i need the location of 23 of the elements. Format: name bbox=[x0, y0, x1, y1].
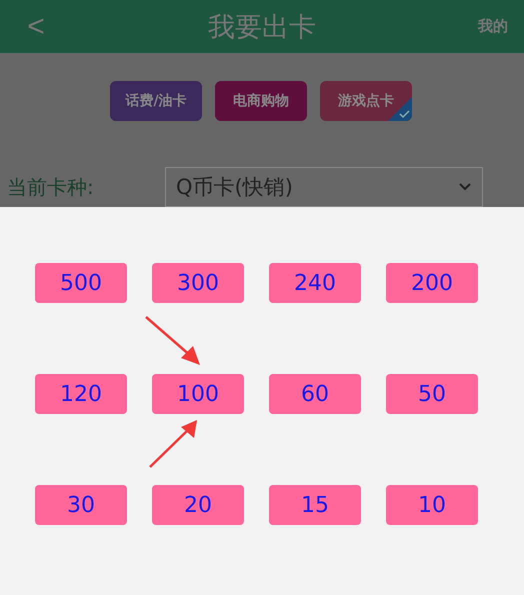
amount-button[interactable]: 100 bbox=[152, 374, 244, 414]
category-tab[interactable]: 话费/油卡 bbox=[110, 81, 202, 121]
back-button[interactable]: < bbox=[26, 10, 46, 44]
amount-button[interactable]: 120 bbox=[35, 374, 127, 414]
card-type-select[interactable]: Q币卡(快销) bbox=[165, 167, 483, 207]
amount-button[interactable]: 200 bbox=[386, 263, 478, 303]
arrow-icon bbox=[145, 316, 200, 365]
amount-button[interactable]: 30 bbox=[35, 485, 127, 525]
amount-button[interactable]: 240 bbox=[269, 263, 361, 303]
amount-button[interactable]: 15 bbox=[269, 485, 361, 525]
amount-button[interactable]: 20 bbox=[152, 485, 244, 525]
card-type-label: 当前卡种: bbox=[7, 174, 95, 200]
category-tab[interactable]: 游戏点卡 bbox=[320, 81, 412, 121]
chevron-down-icon bbox=[458, 182, 472, 192]
amount-button[interactable]: 50 bbox=[386, 374, 478, 414]
page-title: 我要出卡 bbox=[207, 10, 317, 44]
my-link[interactable]: 我的 bbox=[478, 17, 508, 36]
amount-button[interactable]: 300 bbox=[152, 263, 244, 303]
amount-button[interactable]: 60 bbox=[269, 374, 361, 414]
amount-button[interactable]: 10 bbox=[386, 485, 478, 525]
amount-button[interactable]: 500 bbox=[35, 263, 127, 303]
arrow-icon bbox=[149, 420, 197, 468]
category-tab[interactable]: 电商购物 bbox=[215, 81, 307, 121]
